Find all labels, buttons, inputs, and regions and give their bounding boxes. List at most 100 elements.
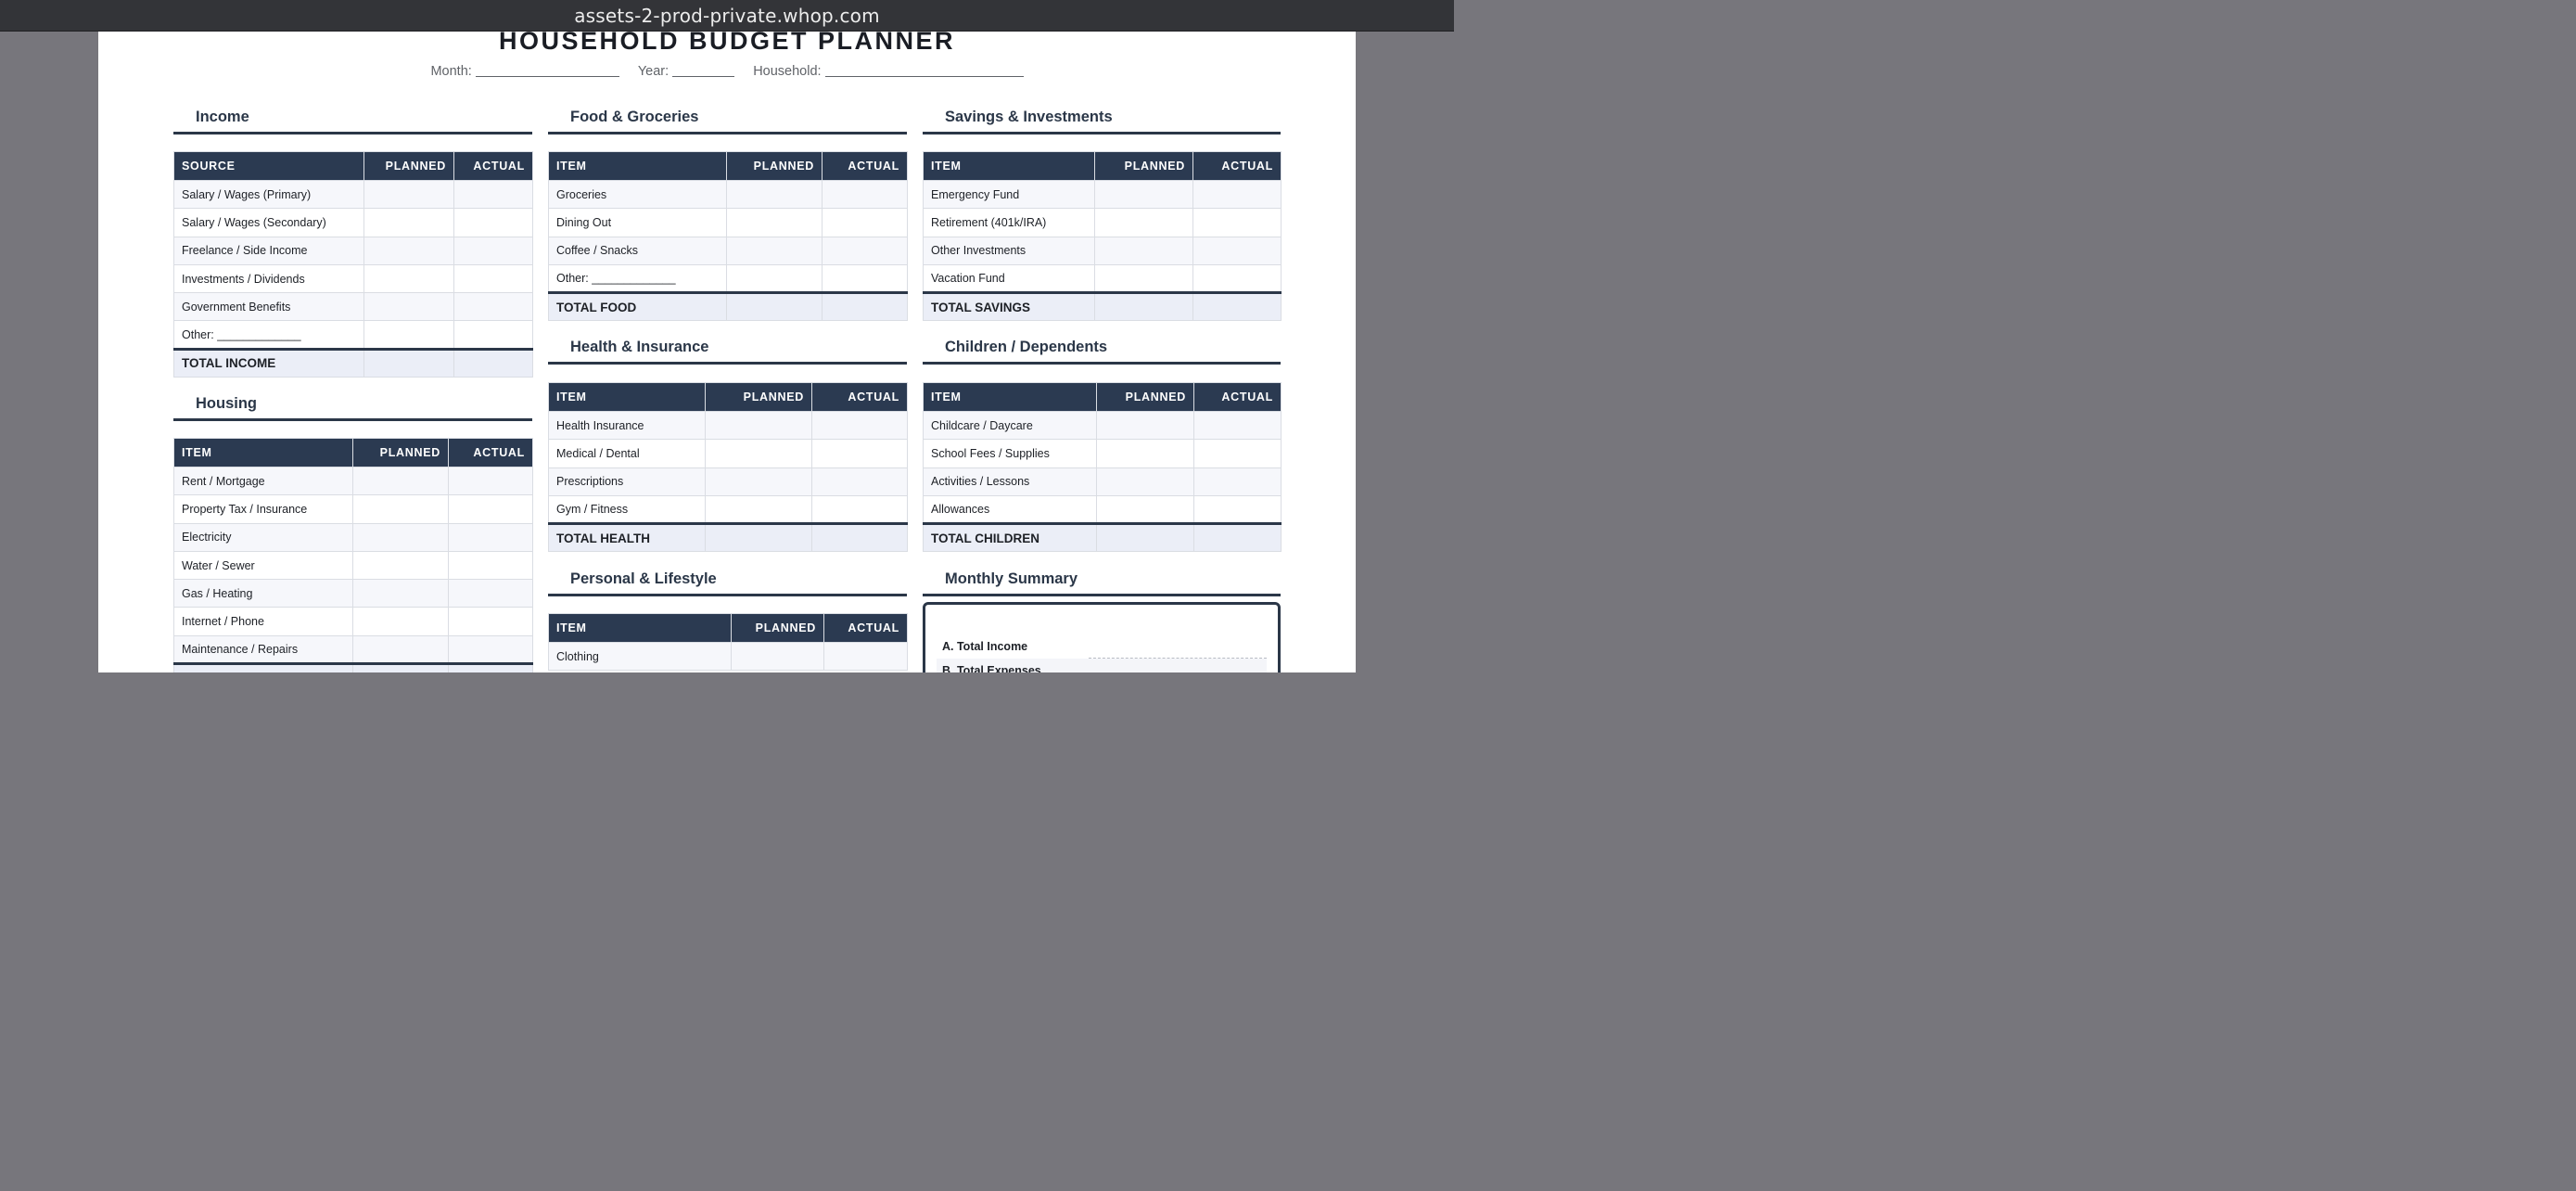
actual-total-cell[interactable]: [1192, 291, 1282, 322]
planned-cell[interactable]: [363, 292, 454, 322]
actual-cell[interactable]: [453, 320, 533, 350]
actual-cell[interactable]: [1192, 263, 1282, 294]
year-field[interactable]: Year:: [638, 64, 735, 79]
planned-cell[interactable]: [1094, 208, 1193, 237]
total-row: TOTAL INCOME: [173, 347, 533, 378]
planned-total-cell[interactable]: [1096, 522, 1194, 553]
actual-cell[interactable]: [1192, 236, 1282, 265]
planned-total-cell[interactable]: [352, 662, 449, 672]
planned-cell[interactable]: [705, 494, 812, 525]
planned-cell[interactable]: [1096, 410, 1194, 441]
planned-cell[interactable]: [1096, 494, 1194, 525]
actual-cell[interactable]: [811, 494, 908, 525]
actual-cell[interactable]: [448, 579, 533, 608]
actual-total-cell[interactable]: [448, 662, 533, 672]
planned-cell[interactable]: [352, 494, 449, 524]
planned-cell[interactable]: [1096, 439, 1194, 468]
actual-cell[interactable]: [823, 641, 908, 672]
actual-total-cell[interactable]: [822, 291, 908, 322]
table-row: Other Investments: [923, 236, 1282, 265]
planned-cell[interactable]: [363, 179, 454, 210]
planned-cell[interactable]: [1094, 263, 1193, 294]
actual-cell[interactable]: [448, 522, 533, 552]
planned-cell[interactable]: [352, 550, 449, 581]
planned-cell[interactable]: [726, 263, 823, 294]
actual-cell[interactable]: [1192, 179, 1282, 210]
actual-cell[interactable]: [1193, 410, 1282, 441]
actual-cell[interactable]: [822, 179, 908, 210]
row-label: Investments / Dividends: [173, 263, 364, 294]
planned-total-cell[interactable]: [705, 522, 812, 553]
actual-cell[interactable]: [453, 179, 533, 210]
planned-cell[interactable]: [705, 439, 812, 468]
table-row: Water / Sewer: [173, 550, 533, 581]
planned-cell[interactable]: [352, 522, 449, 552]
planned-cell[interactable]: [726, 179, 823, 210]
actual-cell[interactable]: [453, 236, 533, 265]
planned-total-cell[interactable]: [363, 347, 454, 378]
planned-cell[interactable]: [352, 634, 449, 665]
table-header: ITEM PLANNED ACTUAL: [548, 382, 908, 412]
planned-cell[interactable]: [352, 579, 449, 608]
summary-total-expenses-label: B. Total Expenses: [942, 664, 1041, 672]
actual-total-cell[interactable]: [453, 347, 533, 378]
planned-cell[interactable]: [726, 208, 823, 237]
income-table: SOURCE PLANNED ACTUAL Salary / Wages (Pr…: [173, 151, 533, 378]
planned-cell[interactable]: [726, 236, 823, 265]
planned-cell[interactable]: [363, 320, 454, 350]
planned-cell[interactable]: [363, 263, 454, 294]
planned-cell[interactable]: [731, 641, 824, 672]
planned-cell[interactable]: [352, 607, 449, 636]
table-row: Electricity: [173, 522, 533, 552]
row-label: Freelance / Side Income: [173, 236, 364, 265]
household-blank[interactable]: [824, 65, 1024, 77]
row-label: Salary / Wages (Primary): [173, 179, 364, 210]
row-label: Prescriptions: [548, 467, 706, 496]
month-field[interactable]: Month:: [430, 64, 619, 79]
actual-cell[interactable]: [448, 466, 533, 496]
row-label: Emergency Fund: [923, 179, 1095, 210]
planned-cell[interactable]: [1094, 236, 1193, 265]
planned-total-cell[interactable]: [1094, 291, 1193, 322]
total-row: TOTAL FOOD: [548, 291, 908, 322]
planned-cell[interactable]: [363, 208, 454, 237]
actual-cell[interactable]: [822, 263, 908, 294]
month-blank[interactable]: [475, 65, 619, 77]
actual-cell[interactable]: [811, 439, 908, 468]
table-row: Coffee / Snacks: [548, 236, 908, 265]
actual-cell[interactable]: [822, 208, 908, 237]
actual-cell[interactable]: [811, 410, 908, 441]
table-row: School Fees / Supplies: [923, 439, 1282, 468]
planned-cell[interactable]: [1096, 467, 1194, 496]
planned-cell[interactable]: [705, 467, 812, 496]
total-row: TOTAL HEALTH: [548, 522, 908, 553]
actual-total-cell[interactable]: [1193, 522, 1282, 553]
actual-cell[interactable]: [448, 550, 533, 581]
actual-cell[interactable]: [811, 467, 908, 496]
health-table: ITEM PLANNED ACTUAL Health Insurance Med…: [548, 382, 908, 553]
actual-cell[interactable]: [453, 208, 533, 237]
household-field[interactable]: Household:: [753, 64, 1024, 79]
planned-cell[interactable]: [1094, 179, 1193, 210]
browser-url[interactable]: assets-2-prod-private.whop.com: [0, 5, 1454, 27]
actual-cell[interactable]: [448, 607, 533, 636]
actual-cell[interactable]: [448, 494, 533, 524]
actual-cell[interactable]: [1193, 439, 1282, 468]
actual-cell[interactable]: [453, 292, 533, 322]
planned-cell[interactable]: [363, 236, 454, 265]
planned-total-cell[interactable]: [726, 291, 823, 322]
col-header: PLANNED: [363, 151, 454, 181]
actual-cell[interactable]: [822, 236, 908, 265]
actual-cell[interactable]: [453, 263, 533, 294]
planned-cell[interactable]: [352, 466, 449, 496]
monthly-summary-box: A. Total Income B. Total Expenses: [923, 602, 1281, 672]
year-blank[interactable]: [672, 65, 735, 77]
actual-cell[interactable]: [1192, 208, 1282, 237]
total-row: [173, 662, 533, 672]
planned-cell[interactable]: [705, 410, 812, 441]
food-section-title: Food & Groceries: [548, 97, 907, 134]
actual-cell[interactable]: [448, 634, 533, 665]
actual-total-cell[interactable]: [811, 522, 908, 553]
actual-cell[interactable]: [1193, 494, 1282, 525]
actual-cell[interactable]: [1193, 467, 1282, 496]
